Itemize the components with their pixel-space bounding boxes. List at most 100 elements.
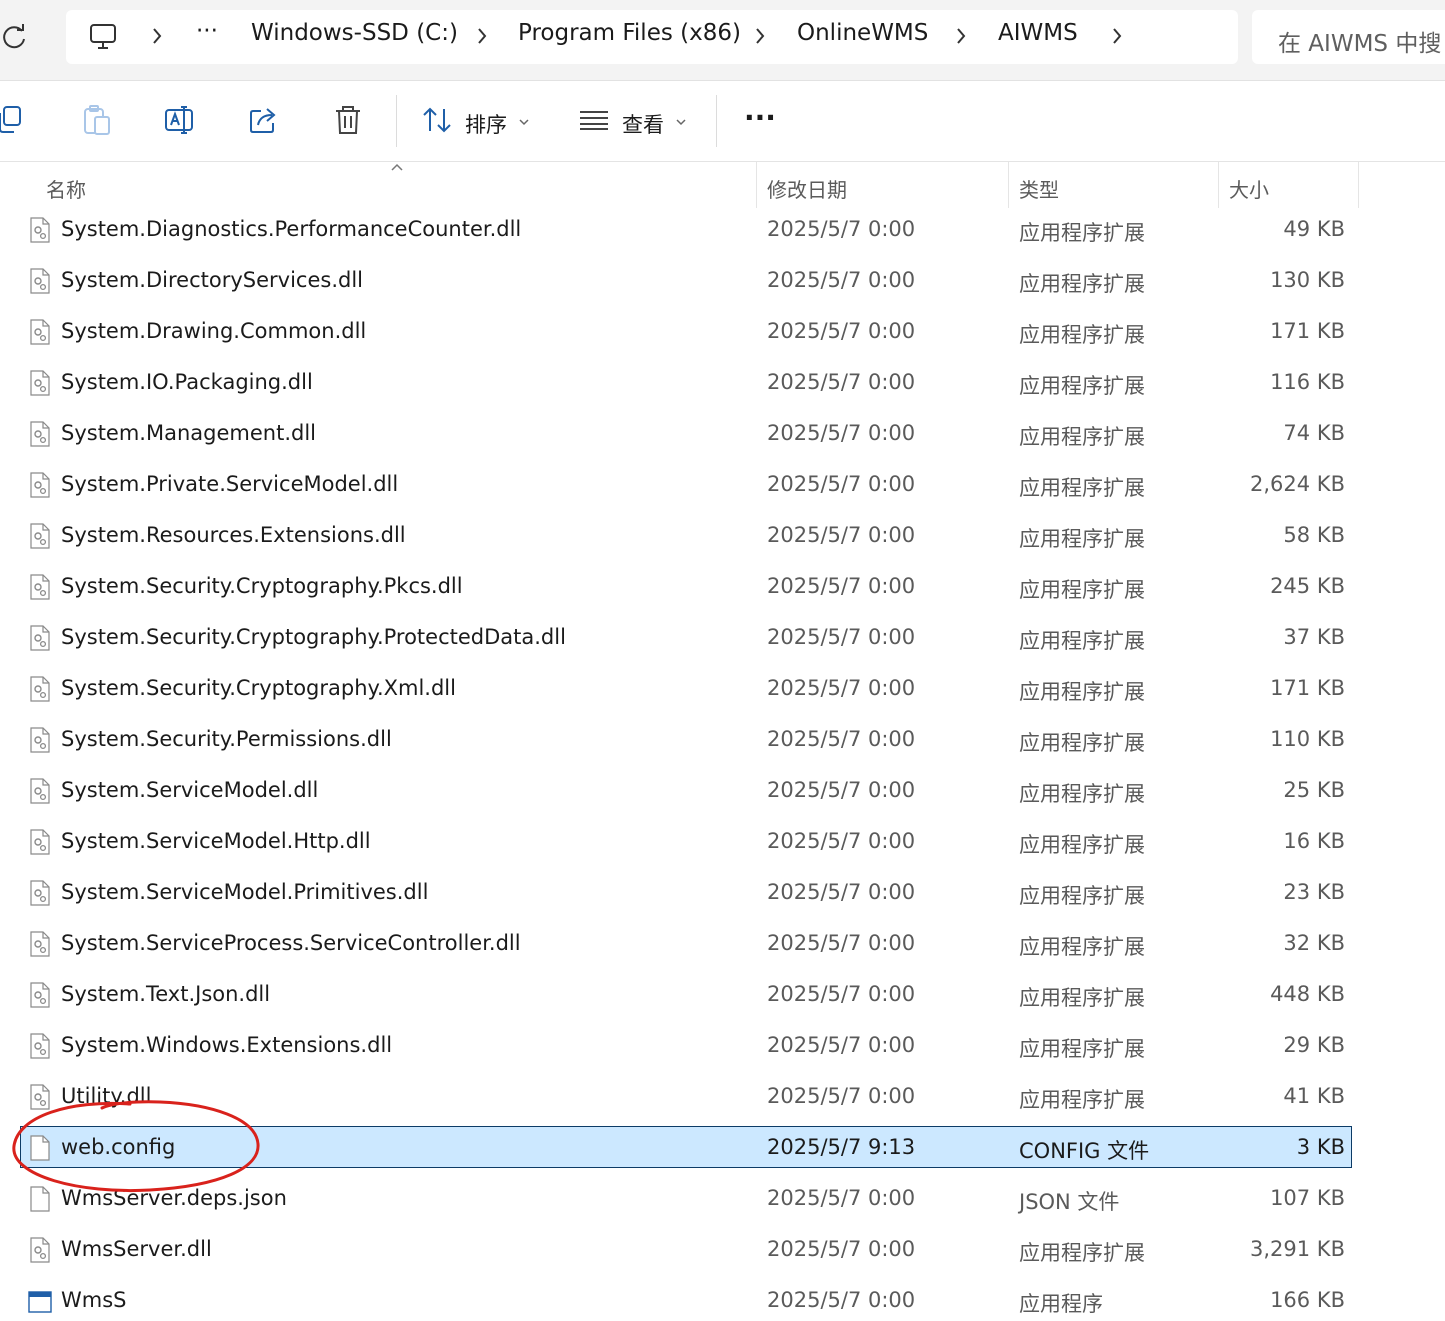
file-row[interactable]: System.Text.Json.dll 2025/5/7 0:00 应用程序扩展 4… <box>20 973 1352 1015</box>
file-row[interactable]: System.Diagnostics.PerformanceCounter.dl… <box>20 208 1352 250</box>
rename-icon[interactable] <box>163 103 197 137</box>
chevron-right-icon[interactable] <box>1110 24 1124 48</box>
chevron-right-icon[interactable] <box>150 24 164 48</box>
file-modified-date: 2025/5/7 0:00 <box>767 676 916 700</box>
file-size: 16 KB <box>1283 829 1345 853</box>
file-row[interactable]: System.Security.Permissions.dll 2025/5/7 … <box>20 718 1352 760</box>
column-header-name[interactable]: 名称 <box>46 174 86 203</box>
refresh-icon[interactable] <box>0 22 30 52</box>
file-size: 25 KB <box>1283 778 1345 802</box>
file-name: System.ServiceModel.Http.dll <box>61 829 371 853</box>
breadcrumb-item-program-files[interactable]: Program Files (x86) <box>518 20 741 46</box>
file-size: 116 KB <box>1270 370 1345 394</box>
file-name: System.ServiceModel.Primitives.dll <box>61 880 429 904</box>
search-placeholder: 在 AIWMS 中搜 <box>1278 31 1442 57</box>
file-modified-date: 2025/5/7 0:00 <box>767 829 916 853</box>
file-row[interactable]: System.Drawing.Common.dll 2025/5/7 0:00 应用… <box>20 310 1352 352</box>
file-row[interactable]: System.Windows.Extensions.dll 2025/5/7 0:… <box>20 1024 1352 1066</box>
chevron-right-icon[interactable] <box>753 24 767 48</box>
chevron-down-icon[interactable] <box>518 117 530 127</box>
file-row[interactable]: WmsS 2025/5/7 0:00 应用程序 166 KB <box>20 1279 1352 1321</box>
file-size: 37 KB <box>1283 625 1345 649</box>
file-size: 3,291 KB <box>1250 1237 1345 1261</box>
file-row[interactable]: System.Private.ServiceModel.dll 2025/5/7 … <box>20 463 1352 505</box>
file-row[interactable]: Utility.dll 2025/5/7 0:00 应用程序扩展 41 KB <box>20 1075 1352 1117</box>
file-name: System.Management.dll <box>61 421 316 445</box>
file-modified-date: 2025/5/7 0:00 <box>767 1288 916 1312</box>
address-bar: ··· Windows-SSD (C:) Program Files (x86)… <box>0 0 1445 81</box>
command-bar: 排序 查看 ··· <box>0 81 1445 162</box>
file-row[interactable]: WmsServer.deps.json 2025/5/7 0:00 JSON 文件 1… <box>20 1177 1352 1219</box>
file-row[interactable]: System.Resources.Extensions.dll 2025/5/7 … <box>20 514 1352 556</box>
breadcrumb-item-onlinewms[interactable]: OnlineWMS <box>797 20 928 46</box>
file-size: 110 KB <box>1270 727 1345 751</box>
file-modified-date: 2025/5/7 0:00 <box>767 319 916 343</box>
file-row[interactable]: System.ServiceModel.Http.dll 2025/5/7 0:0… <box>20 820 1352 862</box>
dll-file-icon <box>28 1033 52 1059</box>
file-name: System.Drawing.Common.dll <box>61 319 367 343</box>
file-row[interactable]: System.IO.Packaging.dll 2025/5/7 0:00 应用程序… <box>20 361 1352 403</box>
file-modified-date: 2025/5/7 0:00 <box>767 574 916 598</box>
search-input[interactable]: 在 AIWMS 中搜 <box>1252 10 1445 64</box>
file-row[interactable]: System.DirectoryServices.dll 2025/5/7 0:0… <box>20 259 1352 301</box>
sort-icon[interactable] <box>421 103 455 137</box>
file-name: System.DirectoryServices.dll <box>61 268 363 292</box>
breadcrumb-item-aiwms[interactable]: AIWMS <box>998 20 1078 46</box>
file-name: WmsServer.deps.json <box>61 1186 287 1210</box>
column-header-date[interactable]: 修改日期 <box>767 174 847 203</box>
toolbar-divider <box>396 95 397 147</box>
dll-file-icon <box>28 778 52 804</box>
file-type: 应用程序扩展 <box>1019 272 1145 296</box>
column-divider[interactable] <box>1218 162 1219 208</box>
this-pc-icon[interactable] <box>88 22 120 52</box>
share-icon[interactable] <box>247 103 281 137</box>
file-type: 应用程序扩展 <box>1019 476 1145 500</box>
more-options-button[interactable]: ··· <box>744 101 776 134</box>
sort-button[interactable]: 排序 <box>465 109 507 139</box>
dll-file-icon <box>28 829 52 855</box>
column-divider[interactable] <box>756 162 757 208</box>
file-type: 应用程序扩展 <box>1019 935 1145 959</box>
column-header-size[interactable]: 大小 <box>1229 174 1269 203</box>
file-modified-date: 2025/5/7 0:00 <box>767 1186 916 1210</box>
chevron-down-icon[interactable] <box>675 117 687 127</box>
file-type: 应用程序扩展 <box>1019 833 1145 857</box>
dll-file-icon <box>28 1237 52 1263</box>
chevron-right-icon[interactable] <box>954 24 968 48</box>
file-row[interactable]: System.ServiceModel.Primitives.dll 2025/5… <box>20 871 1352 913</box>
file-type: 应用程序扩展 <box>1019 374 1145 398</box>
file-row-selected[interactable]: web.config 2025/5/7 9:13 CONFIG 文件 3 KB <box>20 1126 1352 1168</box>
file-row[interactable]: System.ServiceProcess.ServiceController.… <box>20 922 1352 964</box>
file-modified-date: 2025/5/7 0:00 <box>767 727 916 751</box>
column-divider[interactable] <box>1358 162 1359 208</box>
file-type: 应用程序扩展 <box>1019 323 1145 347</box>
column-header-type[interactable]: 类型 <box>1019 174 1059 203</box>
view-button[interactable]: 查看 <box>622 109 664 139</box>
file-modified-date: 2025/5/7 0:00 <box>767 1033 916 1057</box>
file-size: 130 KB <box>1270 268 1345 292</box>
dll-file-icon <box>28 421 52 447</box>
file-row[interactable]: System.Security.Cryptography.ProtectedDa… <box>20 616 1352 658</box>
copy-icon[interactable] <box>0 103 30 137</box>
file-name: System.Private.ServiceModel.dll <box>61 472 399 496</box>
file-modified-date: 2025/5/7 9:13 <box>767 1135 916 1159</box>
dll-file-icon <box>28 217 52 243</box>
chevron-right-icon[interactable] <box>475 24 489 48</box>
file-size: 29 KB <box>1283 1033 1345 1057</box>
file-row[interactable]: System.Management.dll 2025/5/7 0:00 应用程序扩展… <box>20 412 1352 454</box>
paste-icon[interactable] <box>80 103 114 137</box>
breadcrumb-item-drive[interactable]: Windows-SSD (C:) <box>251 20 458 46</box>
breadcrumb-overflow[interactable]: ··· <box>196 18 218 44</box>
view-icon[interactable] <box>577 103 611 137</box>
file-modified-date: 2025/5/7 0:00 <box>767 931 916 955</box>
column-divider[interactable] <box>1008 162 1009 208</box>
file-row[interactable]: WmsServer.dll 2025/5/7 0:00 应用程序扩展 3,291 KB <box>20 1228 1352 1270</box>
dll-file-icon <box>28 727 52 753</box>
file-row[interactable]: System.Security.Cryptography.Xml.dll 2025… <box>20 667 1352 709</box>
file-row[interactable]: System.ServiceModel.dll 2025/5/7 0:00 应用程序… <box>20 769 1352 811</box>
delete-icon[interactable] <box>331 103 365 137</box>
dll-file-icon <box>28 319 52 345</box>
file-row[interactable]: System.Security.Cryptography.Pkcs.dll 202… <box>20 565 1352 607</box>
file-modified-date: 2025/5/7 0:00 <box>767 778 916 802</box>
file-name: Utility.dll <box>61 1084 152 1108</box>
